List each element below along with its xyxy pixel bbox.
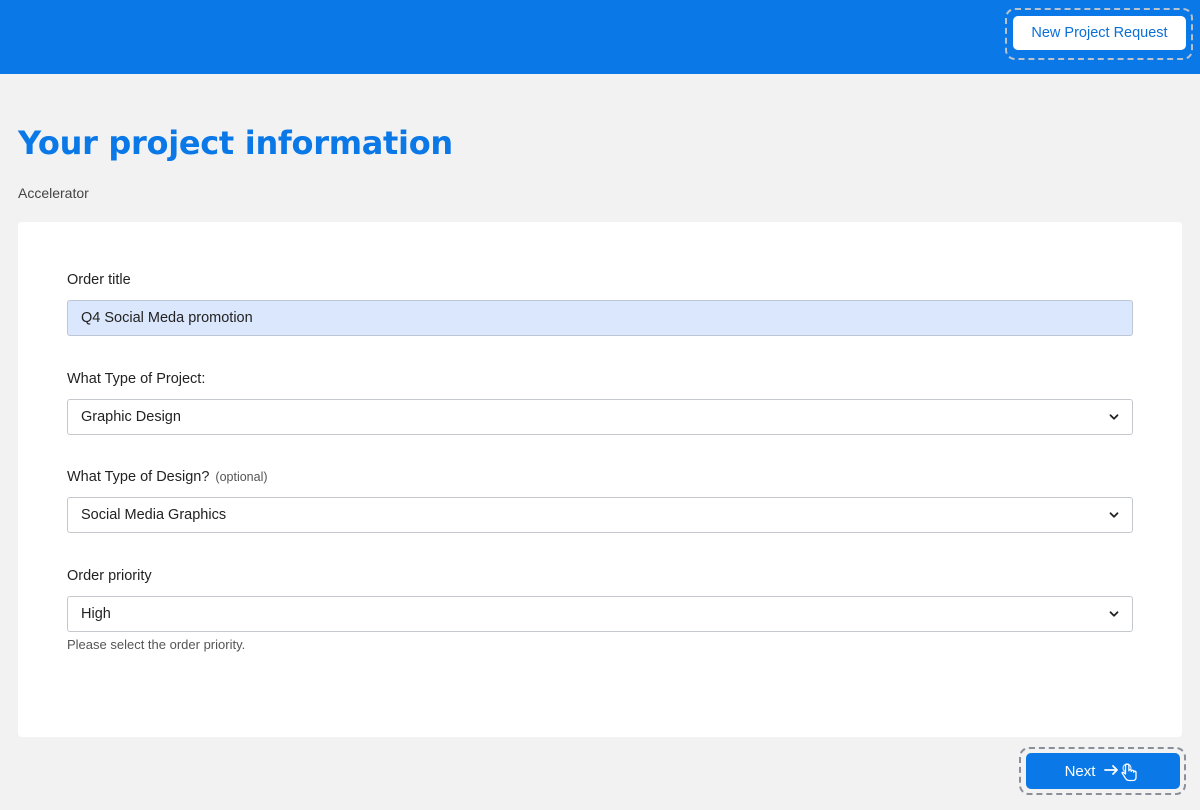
page-subtitle: Accelerator xyxy=(18,185,89,201)
order-title-input[interactable] xyxy=(67,300,1133,336)
priority-select[interactable]: High xyxy=(67,596,1133,632)
design-type-label-text: What Type of Design? xyxy=(67,469,210,485)
next-button-label: Next xyxy=(1064,762,1096,780)
design-type-select[interactable]: Social Media Graphics xyxy=(67,497,1133,533)
chevron-down-icon xyxy=(1109,611,1119,617)
optional-tag: (optional) xyxy=(215,470,268,484)
design-type-value: Social Media Graphics xyxy=(81,507,227,523)
chevron-down-icon xyxy=(1109,414,1119,420)
order-title-label: Order title xyxy=(67,272,131,288)
project-type-select[interactable]: Graphic Design xyxy=(67,399,1133,435)
arrow-right-icon xyxy=(1104,763,1138,782)
priority-value: High xyxy=(81,606,111,622)
new-project-request-button[interactable]: New Project Request xyxy=(1013,16,1186,50)
design-type-label: What Type of Design? (optional) xyxy=(67,469,268,485)
project-form-card: Order title What Type of Project: Graphi… xyxy=(18,222,1182,737)
hand-pointer-icon xyxy=(1121,763,1138,782)
priority-label: Order priority xyxy=(67,568,152,584)
project-type-label: What Type of Project: xyxy=(67,371,206,387)
top-bar: New Project Request xyxy=(0,0,1200,74)
next-button[interactable]: Next xyxy=(1026,753,1180,789)
priority-helper-text: Please select the order priority. xyxy=(67,637,246,652)
chevron-down-icon xyxy=(1109,512,1119,518)
page-title: Your project information xyxy=(18,124,453,162)
project-type-value: Graphic Design xyxy=(81,409,181,425)
